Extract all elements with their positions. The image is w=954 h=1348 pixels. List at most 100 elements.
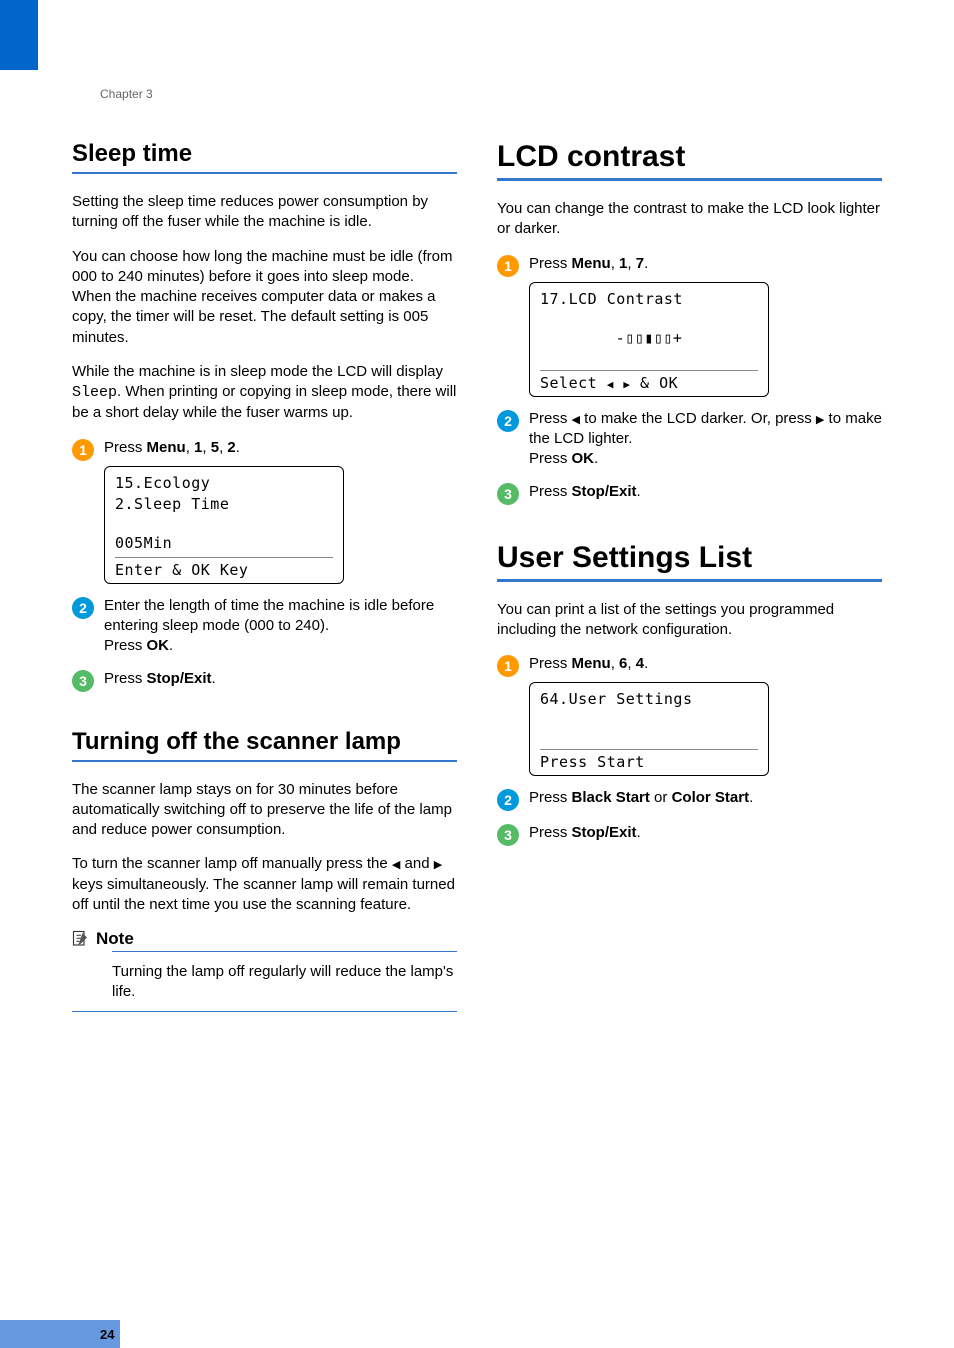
- side-tab: [0, 0, 38, 70]
- step-marker-1-icon: 1: [497, 655, 519, 677]
- text: Press: [529, 789, 572, 806]
- step-marker-1-icon: 1: [72, 439, 94, 461]
- left-arrow-icon: [607, 374, 614, 392]
- text: to make the LCD darker. Or, press: [580, 410, 816, 427]
- step-marker-2-icon: 2: [497, 789, 519, 811]
- paragraph: While the machine is in sleep mode the L…: [72, 362, 457, 424]
- lcd-contrast-bar: -▯▯▮▯▯+: [540, 328, 758, 349]
- paragraph: You can change the contrast to make the …: [497, 199, 882, 240]
- lcd-line: 15.Ecology: [115, 473, 333, 494]
- text: and: [400, 855, 433, 872]
- note-header: Note: [72, 929, 457, 949]
- step-2: 2 Press to make the LCD darker. Or, pres…: [497, 409, 882, 470]
- text: Press: [529, 450, 572, 467]
- key-label: Menu: [572, 255, 611, 272]
- lcd-line: 17.LCD Contrast: [540, 289, 758, 310]
- step-marker-2-icon: 2: [72, 597, 94, 619]
- key-label: Black Start: [572, 789, 650, 806]
- lcd-display: 17.LCD Contrast -▯▯▮▯▯+ Select & OK: [529, 282, 769, 397]
- step-body: Press Stop/Exit.: [529, 482, 882, 505]
- lcd-line: Enter & OK Key: [115, 557, 333, 581]
- text: To turn the scanner lamp off manually pr…: [72, 855, 392, 872]
- text: ,: [611, 655, 619, 672]
- paragraph: You can print a list of the settings you…: [497, 600, 882, 641]
- mono-text: Sleep: [72, 384, 117, 401]
- step-marker-1-icon: 1: [497, 255, 519, 277]
- step-marker-3-icon: 3: [72, 670, 94, 692]
- text: .: [749, 789, 753, 806]
- text: .: [637, 483, 641, 500]
- lcd-blank-line: [115, 515, 333, 533]
- heading-user-settings: User Settings List: [497, 541, 882, 575]
- lcd-line: Select & OK: [540, 370, 758, 394]
- step-1: 1 Press Menu, 6, 4. 64.User Settings Pre…: [497, 654, 882, 776]
- note-rule: [72, 1011, 457, 1012]
- note-rule: [112, 951, 457, 952]
- key-label: Stop/Exit: [572, 483, 637, 500]
- text: .: [236, 439, 240, 456]
- left-arrow-icon: [572, 410, 580, 427]
- heading-rule: [497, 178, 882, 181]
- step-3: 3 Press Stop/Exit.: [72, 669, 457, 692]
- right-column: LCD contrast You can change the contrast…: [497, 140, 882, 1012]
- step-marker-3-icon: 3: [497, 824, 519, 846]
- paragraph: Setting the sleep time reduces power con…: [72, 192, 457, 233]
- text: Press: [529, 655, 572, 672]
- chapter-label: Chapter 3: [100, 87, 153, 101]
- step-2: 2 Enter the length of time the machine i…: [72, 596, 457, 657]
- text: ,: [611, 255, 619, 272]
- text: .: [644, 655, 648, 672]
- key-label: 7: [636, 255, 644, 272]
- step-body: Press Menu, 1, 5, 2. 15.Ecology 2.Sleep …: [104, 438, 457, 584]
- lcd-blank-line: [540, 728, 758, 746]
- lcd-display: 15.Ecology 2.Sleep Time 005Min Enter & O…: [104, 466, 344, 584]
- lcd-blank-line: [540, 349, 758, 367]
- lcd-blank-line: [540, 710, 758, 728]
- text: Press: [104, 670, 147, 687]
- text: Press: [104, 439, 147, 456]
- key-label: 5: [211, 439, 219, 456]
- step-body: Press Menu, 1, 7. 17.LCD Contrast -▯▯▮▯▯…: [529, 254, 882, 397]
- key-label: 4: [636, 655, 644, 672]
- paragraph: To turn the scanner lamp off manually pr…: [72, 854, 457, 915]
- note-body: Turning the lamp off regularly will redu…: [112, 962, 457, 1003]
- heading-rule: [72, 172, 457, 174]
- lcd-display: 64.User Settings Press Start: [529, 682, 769, 776]
- text: keys simultaneously. The scanner lamp wi…: [72, 876, 455, 913]
- heading-rule: [72, 760, 457, 762]
- key-label: Menu: [572, 655, 611, 672]
- text: .: [212, 670, 216, 687]
- step-3: 3 Press Stop/Exit.: [497, 482, 882, 505]
- text: .: [169, 637, 173, 654]
- text: Enter the length of time the machine is …: [104, 597, 434, 634]
- step-body: Enter the length of time the machine is …: [104, 596, 457, 657]
- step-body: Press Stop/Exit.: [529, 823, 882, 846]
- text: Press: [529, 483, 572, 500]
- text: & OK: [631, 374, 679, 392]
- heading-sleep-time: Sleep time: [72, 140, 457, 168]
- text: Press: [529, 824, 572, 841]
- key-label: Color Start: [672, 789, 750, 806]
- step-body: Press to make the LCD darker. Or, press …: [529, 409, 882, 470]
- text: .: [644, 255, 648, 272]
- step-3: 3 Press Stop/Exit.: [497, 823, 882, 846]
- right-arrow-icon: [434, 855, 442, 872]
- key-label: 2: [227, 439, 235, 456]
- lcd-blank-line: [540, 310, 758, 328]
- key-label: OK: [572, 450, 595, 467]
- step-body: Press Black Start or Color Start.: [529, 788, 882, 811]
- key-label: Stop/Exit: [147, 670, 212, 687]
- text: or: [650, 789, 672, 806]
- text: ,: [627, 655, 635, 672]
- pencil-note-icon: [72, 930, 90, 948]
- text: . When printing or copying in sleep mode…: [72, 383, 456, 421]
- text: While the machine is in sleep mode the L…: [72, 363, 443, 380]
- text: ,: [202, 439, 210, 456]
- step-marker-2-icon: 2: [497, 410, 519, 432]
- key-label: OK: [147, 637, 170, 654]
- text: ,: [186, 439, 194, 456]
- note-label: Note: [96, 929, 134, 949]
- step-body: Press Menu, 6, 4. 64.User Settings Press…: [529, 654, 882, 776]
- lcd-line: 64.User Settings: [540, 689, 758, 710]
- heading-lcd-contrast: LCD contrast: [497, 140, 882, 174]
